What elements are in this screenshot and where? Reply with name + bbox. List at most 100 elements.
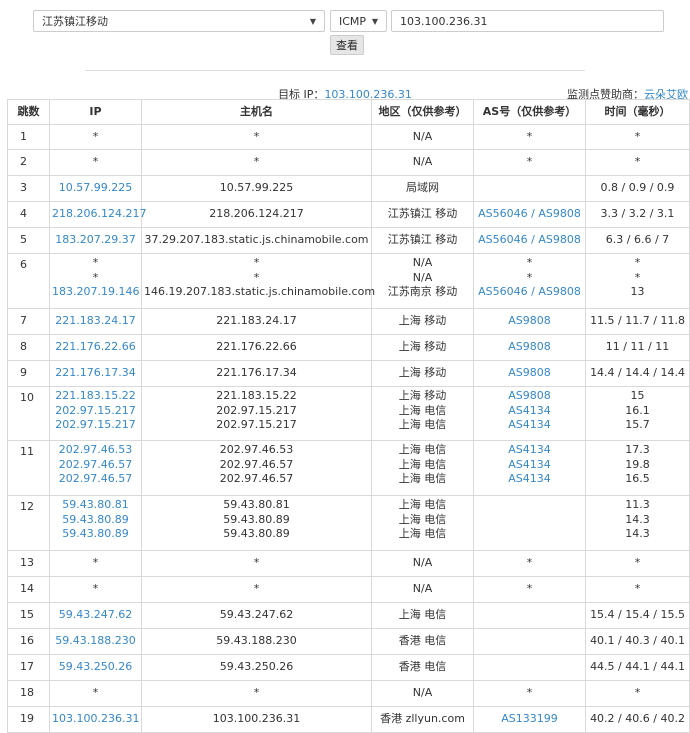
- host-cell: *: [141, 124, 372, 150]
- ip-value[interactable]: 221.176.17.34: [52, 366, 139, 381]
- ip-value[interactable]: 202.97.15.217: [52, 418, 139, 433]
- ip-value[interactable]: 183.207.19.146: [52, 285, 139, 300]
- hostname-value: *: [253, 582, 260, 596]
- table-row: 13 * * N/A * *: [7, 550, 690, 577]
- ip-cell: 59.43.247.62: [49, 602, 142, 629]
- table-row: 9 221.176.17.34 221.176.17.34 上海 移动 AS9808 14…: [7, 360, 690, 387]
- region-value: 上海 电信: [398, 443, 447, 456]
- host-cell: * * 146.19.207.183.static.js.chinamobile.c…: [141, 253, 375, 309]
- time-value: *: [634, 155, 641, 169]
- as-value[interactable]: AS4134: [476, 443, 583, 458]
- host-cell: 221.183.24.17: [141, 308, 372, 335]
- table-row: 19 103.100.236.31 103.100.236.31 香港 zllyun.…: [7, 706, 690, 733]
- ip-cell: 10.57.99.225: [49, 175, 142, 202]
- region-value: N/A: [412, 155, 433, 169]
- as-value[interactable]: AS133199: [476, 712, 583, 727]
- host-cell: *: [141, 149, 372, 176]
- ip-value[interactable]: 202.97.46.57: [52, 458, 139, 473]
- ip-value[interactable]: 59.43.247.62: [52, 608, 139, 623]
- header-ip: IP: [49, 99, 142, 125]
- hostname-value: 202.97.46.57: [219, 457, 294, 471]
- region-cell: 上海 电信 上海 电信 上海 电信: [371, 440, 474, 496]
- time-value: *: [634, 270, 641, 284]
- as-value[interactable]: AS9808: [476, 389, 583, 404]
- hop-number: 1: [7, 124, 50, 150]
- hop-number: 9: [7, 360, 50, 387]
- ip-value[interactable]: 202.97.15.217: [52, 404, 139, 419]
- region-cell: 局域网: [371, 175, 474, 202]
- hostname-value: *: [253, 556, 260, 570]
- time-value: 15: [630, 389, 645, 402]
- hop-number: 3: [7, 175, 50, 202]
- hostname-value: 202.97.15.217: [216, 403, 297, 417]
- as-cell: AS9808 AS4134 AS4134: [473, 386, 586, 441]
- ip-value[interactable]: 59.43.80.89: [52, 527, 139, 542]
- as-value[interactable]: AS4134: [476, 404, 583, 419]
- time-value: 16.5: [625, 472, 650, 485]
- ip-value[interactable]: 221.183.24.17: [52, 314, 139, 329]
- as-cell: [473, 602, 586, 629]
- as-value: [476, 498, 583, 513]
- hop-number: 7: [7, 308, 50, 335]
- ip-value[interactable]: 59.43.80.81: [52, 498, 139, 513]
- as-value[interactable]: AS9808: [476, 314, 583, 329]
- ip-cell: 221.183.15.22 202.97.15.217 202.97.15.217: [49, 386, 142, 441]
- ip-value[interactable]: 183.207.29.37: [52, 233, 139, 248]
- ip-value[interactable]: 202.97.46.57: [52, 472, 139, 487]
- time-value: *: [634, 686, 641, 700]
- ip-value[interactable]: 218.206.124.217: [52, 207, 146, 222]
- region-cell: N/A: [371, 550, 474, 577]
- region-value: N/A: [412, 686, 433, 700]
- region-cell: 香港 电信: [371, 628, 474, 655]
- region-cell: N/A: [371, 149, 474, 176]
- region-value: 局域网: [406, 181, 439, 195]
- as-value[interactable]: AS9808: [476, 340, 583, 355]
- time-value: 14.3: [625, 527, 650, 540]
- as-value[interactable]: AS56046 / AS9808: [476, 207, 583, 222]
- submit-button[interactable]: 查看: [330, 35, 364, 55]
- ip-cell: 59.43.188.230: [49, 628, 142, 655]
- ip-value[interactable]: 221.176.22.66: [52, 340, 139, 355]
- as-value[interactable]: AS4134: [476, 458, 583, 473]
- as-cell: AS9808: [473, 360, 586, 387]
- as-value: [476, 513, 583, 528]
- ip-value: *: [92, 582, 99, 596]
- location-select[interactable]: 江苏镇江移动 ▼: [33, 10, 325, 32]
- time-value: *: [634, 129, 641, 143]
- hop-number: 17: [7, 654, 50, 681]
- table-row: 15 59.43.247.62 59.43.247.62 上海 电信 15.4 / 1…: [7, 602, 690, 629]
- ip-cell: *: [49, 576, 142, 603]
- protocol-select[interactable]: ICMP ▼: [330, 10, 387, 32]
- region-value: 香港 zllyun.com: [380, 712, 465, 726]
- ip-value[interactable]: 59.43.188.230: [52, 634, 139, 649]
- time-cell: 3.3 / 3.2 / 3.1: [585, 201, 690, 228]
- as-value[interactable]: AS9808: [476, 366, 583, 381]
- time-value: 11 / 11 / 11: [605, 340, 670, 354]
- time-cell: 40.1 / 40.3 / 40.1: [585, 628, 690, 655]
- as-value[interactable]: AS56046 / AS9808: [476, 285, 583, 300]
- target-ip-input[interactable]: 103.100.236.31: [391, 10, 664, 32]
- table-row: 10 221.183.15.22 202.97.15.217 202.97.15.21…: [7, 386, 690, 441]
- host-cell: 221.176.17.34: [141, 360, 372, 387]
- as-value[interactable]: AS56046 / AS9808: [476, 233, 583, 248]
- ip-value[interactable]: 59.43.80.89: [52, 513, 139, 528]
- header-as: AS号（仅供参考）: [473, 99, 586, 125]
- ip-value[interactable]: 103.100.236.31: [52, 712, 139, 727]
- time-cell: *: [585, 124, 690, 150]
- hop-number: 15: [7, 602, 50, 629]
- hop-number: 18: [7, 680, 50, 707]
- ip-value[interactable]: 221.183.15.22: [52, 389, 139, 404]
- region-cell: 上海 移动: [371, 360, 474, 387]
- ip-cell: 221.183.24.17: [49, 308, 142, 335]
- time-cell: *: [585, 576, 690, 603]
- ip-value[interactable]: 202.97.46.53: [52, 443, 139, 458]
- ip-value[interactable]: 10.57.99.225: [52, 181, 139, 196]
- ip-value: *: [92, 256, 99, 269]
- as-value[interactable]: AS4134: [476, 472, 583, 487]
- as-value[interactable]: AS4134: [476, 418, 583, 433]
- as-cell: [473, 628, 586, 655]
- host-cell: *: [141, 576, 372, 603]
- hostname-value: 59.43.250.26: [219, 660, 294, 674]
- hostname-value: 10.57.99.225: [219, 181, 294, 195]
- ip-value[interactable]: 59.43.250.26: [52, 660, 139, 675]
